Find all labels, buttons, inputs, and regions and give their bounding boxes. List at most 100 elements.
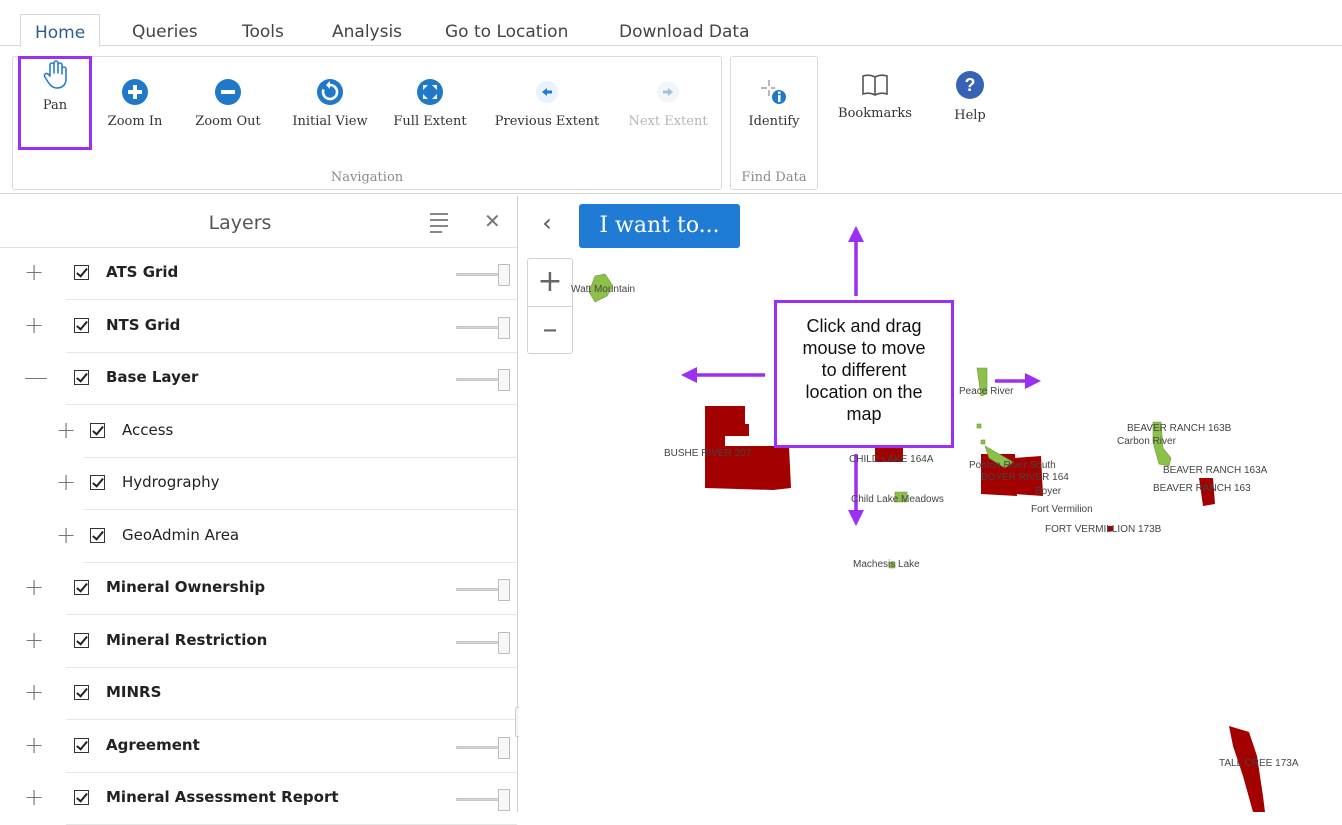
close-icon[interactable]: ✕ [484,209,501,234]
map-label: Peace River [959,386,1014,397]
layers-panel-header: Layers ✕ [0,196,517,248]
layer-row: + Hydrography [56,458,517,510]
next-extent-button[interactable]: Next Extent [622,78,714,129]
tab-home[interactable]: Home [20,14,101,47]
previous-extent-button[interactable]: Previous Extent [488,78,606,129]
bookmarks-button[interactable]: Bookmarks [832,72,918,121]
reserve-tall-cree [1229,726,1265,812]
layer-opacity-slider[interactable] [456,579,512,601]
expand-icon[interactable]: + [56,468,76,496]
map-label: Ponton River South [969,460,1056,471]
layer-opacity-slider[interactable] [456,631,512,654]
map-zoom-in-button[interactable]: + [528,259,572,306]
expand-icon [417,79,443,105]
park-dot-1 [976,423,982,429]
layer-opacity-slider[interactable] [456,369,512,391]
menu-icon[interactable] [430,213,448,237]
map-zoom-out-button[interactable]: – [528,306,572,353]
layers-panel-title: Layers [208,212,272,234]
zoom-out-button[interactable]: Zoom Out [188,78,268,129]
identify-icon [761,80,786,104]
layer-name: Base Layer [106,368,199,386]
layer-row: + GeoAdmin Area [56,511,517,563]
i-want-to-button[interactable]: I want to... [579,204,740,248]
layer-name: ATS Grid [106,263,179,281]
zoom-in-button[interactable]: Zoom In [100,78,170,129]
tab-go-to-location[interactable]: Go to Location [445,14,568,46]
identify-button[interactable]: Identify [738,78,810,129]
layer-visibility-checkbox[interactable] [90,475,105,490]
full-extent-button[interactable]: Full Extent [388,78,472,129]
layer-visibility-checkbox[interactable] [74,317,89,333]
expand-icon[interactable]: + [56,521,76,549]
refresh-icon [317,79,343,105]
expand-icon[interactable]: + [24,678,44,706]
minus-circle-icon [215,79,241,105]
expand-icon[interactable]: + [24,311,44,339]
layer-name: GeoAdmin Area [122,525,240,544]
layer-row: + ATS Grid [24,248,517,300]
layer-row: + Mineral Ownership [24,563,517,615]
layer-name: NTS Grid [106,315,181,334]
map-label: Child Lake Meadows [851,494,944,505]
layer-visibility-checkbox[interactable] [74,265,89,280]
layer-row: + Mineral Restriction [24,616,517,668]
collapse-panel-button[interactable]: ‹ [527,206,567,242]
initial-view-button[interactable]: Initial View [284,78,376,129]
map-label: Machesis Lake [853,559,920,570]
map-label: Boyer [1035,486,1062,497]
expand-icon[interactable]: + [56,416,76,444]
map-label: BUSHE RIVER 207 [664,448,752,459]
tab-tools[interactable]: Tools [242,14,284,46]
layer-opacity-slider[interactable] [456,789,512,811]
plus-circle-icon [122,79,148,105]
layer-visibility-checkbox[interactable] [74,737,89,753]
layer-visibility-checkbox[interactable] [74,632,89,648]
layer-opacity-slider[interactable] [456,316,512,339]
layer-opacity-slider[interactable] [456,736,512,759]
park-dot-2 [980,439,986,445]
pan-instruction-callout: Click and drag mouse to move to differen… [774,300,954,448]
expand-icon[interactable]: + [24,783,44,811]
next-extent-label: Next Extent [628,114,708,129]
layer-visibility-checkbox[interactable] [74,685,89,700]
map-zoom-control: + – [527,258,573,354]
map-label: Watt Mountain [571,284,636,295]
map-label: Fort Vermilion [1031,504,1093,515]
expand-icon[interactable]: + [24,258,44,286]
layer-row: + MINRS [24,668,517,720]
layer-visibility-checkbox[interactable] [90,422,105,438]
layer-name: MINRS [106,683,162,701]
layer-visibility-checkbox[interactable] [74,370,89,385]
help-button[interactable]: ? Help [940,70,1000,123]
layer-name: Mineral Restriction [106,630,268,649]
expand-icon[interactable]: + [24,573,44,601]
map-label: BEAVER RANCH 163B [1127,423,1232,434]
layer-visibility-checkbox[interactable] [74,580,89,595]
collapse-icon[interactable]: — [24,363,48,391]
expand-icon[interactable]: + [24,731,44,759]
map-label: Carbon River [1117,436,1176,447]
bookmarks-label: Bookmarks [838,106,912,121]
map-label: TALL CREE 173A [1219,758,1299,769]
layer-row: + Agreement [24,721,517,773]
map-view[interactable]: ‹ I want to... + – Watt Mountain BUSHE R… [519,196,1342,812]
layer-opacity-slider[interactable] [456,264,512,286]
layer-name: Hydrography [122,473,220,491]
tab-analysis[interactable]: Analysis [332,14,402,46]
layer-visibility-checkbox[interactable] [90,527,105,543]
tab-queries[interactable]: Queries [132,14,198,46]
expand-icon[interactable]: + [24,626,44,654]
zoom-in-label: Zoom In [107,114,163,129]
tab-download-data[interactable]: Download Data [619,14,750,46]
callout-line: to different [821,360,907,380]
layer-row: + Access [56,406,517,458]
previous-extent-label: Previous Extent [494,114,600,129]
layer-row: + NTS Grid [24,301,517,353]
zoom-out-label: Zoom Out [195,114,261,129]
svg-text:?: ? [965,75,976,95]
layer-visibility-checkbox[interactable] [74,790,89,805]
layer-name: Mineral Ownership [106,578,266,596]
layers-panel: Layers ✕ + ATS Grid + NTS Grid — Base Layer + A… [0,196,525,825]
help-label: Help [954,108,986,123]
